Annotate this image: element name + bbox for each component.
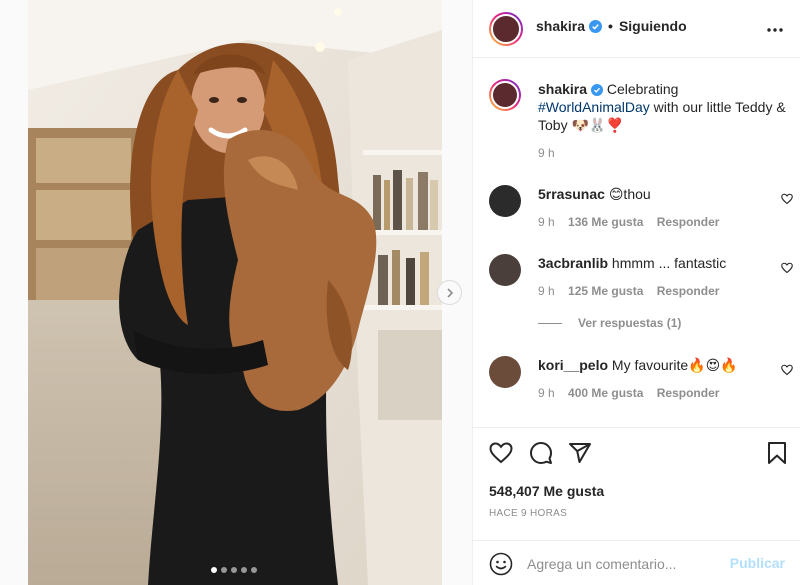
comment-input[interactable] bbox=[527, 553, 727, 575]
commenter-avatar[interactable] bbox=[489, 185, 521, 217]
like-comment-heart-icon[interactable] bbox=[781, 364, 793, 376]
header-separator: • bbox=[608, 18, 613, 34]
reply-button[interactable]: Responder bbox=[657, 284, 720, 298]
verified-badge-icon bbox=[589, 19, 603, 33]
likes-count[interactable]: 548,407 Me gusta bbox=[489, 483, 604, 499]
carousel-dot bbox=[241, 567, 247, 573]
comment-likes[interactable]: 125 Me gusta bbox=[568, 284, 643, 298]
carousel-indicator bbox=[211, 567, 257, 573]
commenter-username[interactable]: 5rrasunac bbox=[538, 186, 605, 202]
commenter-username[interactable]: 3acbranlib bbox=[538, 255, 608, 271]
caption-username[interactable]: shakira bbox=[538, 81, 587, 97]
commenter-avatar[interactable] bbox=[489, 254, 521, 286]
post-header: shakira • Siguiendo bbox=[473, 0, 800, 58]
caption: shakira Celebrating #WorldAnimalDay with… bbox=[489, 78, 789, 160]
comment-likes[interactable]: 136 Me gusta bbox=[568, 215, 643, 229]
emoji-smiley-icon[interactable] bbox=[489, 552, 513, 576]
photo-illustration bbox=[28, 0, 442, 585]
add-comment-bar: Publicar bbox=[473, 540, 800, 585]
like-heart-icon[interactable] bbox=[489, 441, 513, 465]
comment-time[interactable]: 9 h bbox=[538, 284, 555, 298]
commenter-username[interactable]: kori__pelo bbox=[538, 357, 608, 373]
comment-body: 😊thou bbox=[608, 186, 651, 202]
post-time-ago[interactable]: HACE 9 HORAS bbox=[489, 508, 567, 519]
hashtag-link[interactable]: #WorldAnimalDay bbox=[538, 99, 650, 115]
author-avatar[interactable] bbox=[489, 12, 523, 46]
share-paper-plane-icon[interactable] bbox=[568, 441, 592, 465]
comment-body: My favourite🔥😍🔥 bbox=[611, 357, 738, 373]
comment-bubble-icon[interactable] bbox=[529, 441, 553, 465]
carousel-dot bbox=[211, 567, 217, 573]
next-photo-button[interactable] bbox=[437, 280, 462, 305]
comment-meta: 9 h 125 Me gusta Responder bbox=[538, 284, 719, 298]
publish-button[interactable]: Publicar bbox=[730, 555, 785, 571]
more-options-icon[interactable] bbox=[767, 22, 783, 38]
comment-time[interactable]: 9 h bbox=[538, 386, 555, 400]
post-photo[interactable] bbox=[28, 0, 442, 585]
author-username[interactable]: shakira bbox=[536, 18, 585, 34]
replies-divider bbox=[538, 322, 562, 324]
comment-text: 3acbranlib hmmm ... fantastic bbox=[538, 254, 726, 272]
left-gutter bbox=[0, 0, 28, 585]
commenter-avatar[interactable] bbox=[489, 356, 521, 388]
caption-avatar[interactable] bbox=[489, 79, 521, 111]
comment-item: kori__pelo My favourite🔥😍🔥 9 h 400 Me gu… bbox=[489, 354, 793, 404]
post-details-panel: shakira • Siguiendo shakira Celebrating … bbox=[472, 0, 800, 585]
comment-body: hmmm ... fantastic bbox=[611, 255, 727, 271]
view-replies-label: Ver respuestas (1) bbox=[578, 316, 682, 330]
following-button[interactable]: Siguiendo bbox=[619, 18, 687, 34]
chevron-right-icon bbox=[446, 287, 453, 298]
comments-list[interactable]: shakira Celebrating #WorldAnimalDay with… bbox=[473, 59, 800, 427]
comment-likes[interactable]: 400 Me gusta bbox=[568, 386, 643, 400]
comment-text: kori__pelo My favourite🔥😍🔥 bbox=[538, 356, 738, 374]
save-bookmark-icon[interactable] bbox=[765, 441, 789, 465]
post-actions: 548,407 Me gusta HACE 9 HORAS Publicar bbox=[473, 427, 800, 585]
carousel-dot bbox=[231, 567, 237, 573]
comment-meta: 9 h 136 Me gusta Responder bbox=[538, 215, 719, 229]
carousel-dot bbox=[251, 567, 257, 573]
carousel-dot bbox=[221, 567, 227, 573]
caption-time[interactable]: 9 h bbox=[538, 146, 555, 160]
view-replies-button[interactable]: Ver respuestas (1) bbox=[538, 316, 681, 330]
caption-body-start: Celebrating bbox=[606, 81, 679, 97]
verified-badge-icon bbox=[590, 84, 603, 96]
comment-time[interactable]: 9 h bbox=[538, 215, 555, 229]
reply-button[interactable]: Responder bbox=[657, 215, 720, 229]
caption-text: shakira Celebrating #WorldAnimalDay with… bbox=[538, 80, 788, 134]
reply-button[interactable]: Responder bbox=[657, 386, 720, 400]
comment-text: 5rrasunac 😊thou bbox=[538, 185, 651, 203]
comment-item: 3acbranlib hmmm ... fantastic 9 h 125 Me… bbox=[489, 252, 793, 332]
comment-meta: 9 h 400 Me gusta Responder bbox=[538, 386, 719, 400]
comment-item: 5rrasunac 😊thou 9 h 136 Me gusta Respond… bbox=[489, 183, 793, 233]
like-comment-heart-icon[interactable] bbox=[781, 262, 793, 274]
like-comment-heart-icon[interactable] bbox=[781, 193, 793, 205]
